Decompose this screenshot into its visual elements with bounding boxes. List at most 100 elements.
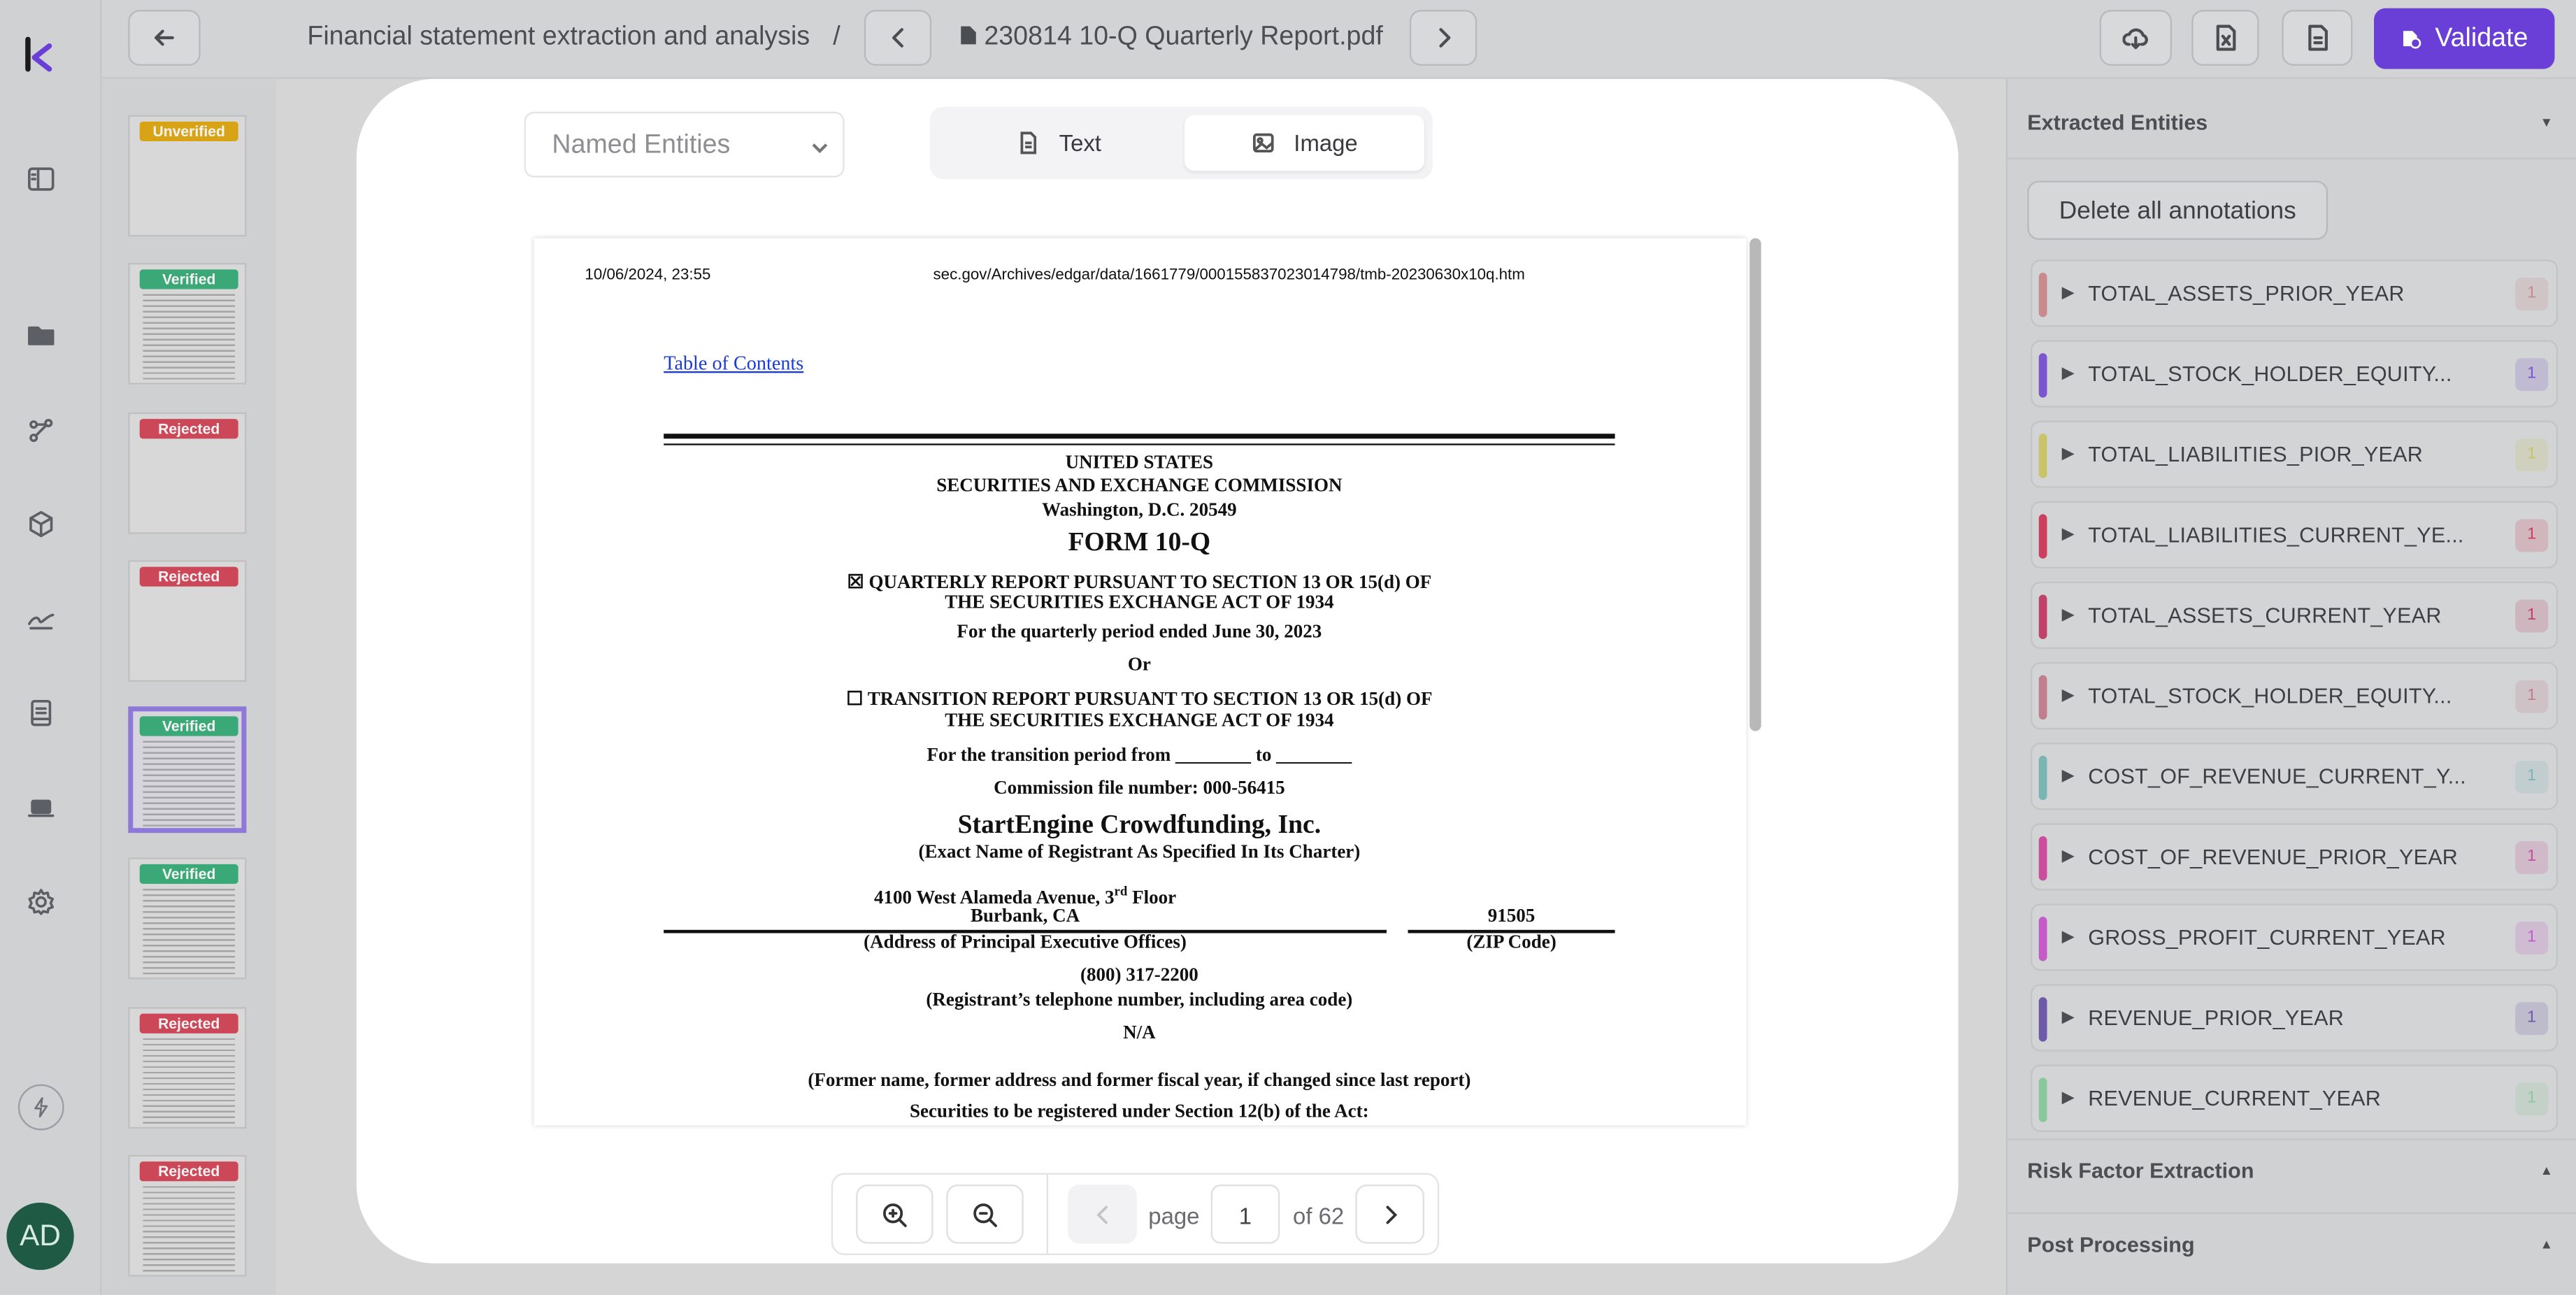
- zoom-in-button[interactable]: [856, 1184, 933, 1244]
- export-document-button[interactable]: [2282, 10, 2353, 66]
- thumbnail-page-8[interactable]: Rejected: [128, 1154, 247, 1277]
- caret-down-icon[interactable]: ▼: [2540, 115, 2554, 129]
- doc-phone: (800) 317-2200: [1080, 966, 1198, 986]
- previous-page-button[interactable]: [1068, 1184, 1137, 1244]
- download-button[interactable]: [2099, 10, 2173, 66]
- doc-section-12b: Securities to be registered under Sectio…: [910, 1102, 1369, 1122]
- zoom-out-button[interactable]: [946, 1184, 1024, 1244]
- next-page-button[interactable]: [1355, 1184, 1425, 1244]
- thumbnail-page-7[interactable]: Rejected: [128, 1007, 247, 1129]
- doc-commission-file: Commission file number: 000-56415: [994, 778, 1285, 799]
- view-mode-value: Named Entities: [552, 131, 731, 159]
- expand-caret-icon[interactable]: ▶: [2062, 847, 2075, 866]
- export-excel-button[interactable]: [2191, 10, 2259, 66]
- status-badge: Unverified: [139, 121, 238, 142]
- book-icon[interactable]: [24, 696, 57, 729]
- document-scrollbar[interactable]: [1749, 238, 1761, 731]
- thumbnail-page-3[interactable]: Rejected: [128, 412, 247, 534]
- entity-row[interactable]: ▶ REVENUE_CURRENT_YEAR 1: [2030, 1064, 2559, 1132]
- entity-count-badge: 1: [2515, 599, 2549, 633]
- doc-address-line-1: 4100 West Alameda Avenue, 3rd Floor: [664, 884, 1387, 908]
- thumbnail-page-4[interactable]: Rejected: [128, 560, 247, 682]
- signature-icon[interactable]: [24, 603, 57, 636]
- doc-country: UNITED STATES: [1065, 453, 1214, 473]
- caret-up-icon[interactable]: ▲: [2540, 1163, 2554, 1178]
- pager-divider: [1046, 1174, 1048, 1254]
- view-mode-select[interactable]: Named Entities: [524, 111, 845, 178]
- left-nav-rail: AD: [0, 0, 102, 1295]
- thumbnail-page-6[interactable]: Verified: [128, 857, 247, 980]
- folder-icon[interactable]: [24, 319, 57, 352]
- expand-caret-icon[interactable]: ▶: [2062, 284, 2075, 302]
- expand-caret-icon[interactable]: ▶: [2062, 526, 2075, 544]
- entity-row[interactable]: ▶ TOTAL_STOCK_HOLDER_EQUITY... 1: [2030, 340, 2559, 408]
- expand-caret-icon[interactable]: ▶: [2062, 928, 2075, 946]
- expand-caret-icon[interactable]: ▶: [2062, 767, 2075, 785]
- settings-gear-icon[interactable]: [24, 885, 57, 918]
- status-badge: Verified: [139, 269, 238, 289]
- models-cube-icon[interactable]: [24, 508, 57, 541]
- doc-former-name: (Former name, former address and former …: [808, 1071, 1471, 1092]
- validate-button[interactable]: Validate: [2374, 8, 2555, 69]
- section-post-processing[interactable]: Post Processing: [2027, 1232, 2194, 1257]
- table-of-contents-link[interactable]: Table of Contents: [664, 352, 803, 376]
- sidebar-toggle-icon[interactable]: [24, 163, 57, 196]
- entity-color-bar: [2038, 917, 2047, 961]
- entity-row[interactable]: ▶ GROSS_PROFIT_CURRENT_YEAR 1: [2030, 903, 2559, 971]
- next-document-button[interactable]: [1409, 10, 1477, 66]
- page-controls: page 1 of 62: [831, 1173, 1440, 1256]
- doc-address-1-sup: rd: [1114, 884, 1128, 899]
- caret-up-icon[interactable]: ▲: [2540, 1237, 2554, 1252]
- section-extracted-entities[interactable]: Extracted Entities: [2027, 110, 2208, 134]
- thumbnail-page-5[interactable]: Verified: [128, 706, 247, 833]
- entity-row[interactable]: ▶ TOTAL_ASSETS_PRIOR_YEAR 1: [2030, 259, 2559, 327]
- breadcrumb-project[interactable]: Financial statement extraction and analy…: [307, 23, 810, 52]
- expand-caret-icon[interactable]: ▶: [2062, 365, 2075, 383]
- thumbnail-preview: [143, 1186, 235, 1272]
- document-viewer-modal: Named Entities Text Image 10/06/2024, 23…: [356, 78, 1959, 1264]
- expand-caret-icon[interactable]: ▶: [2062, 606, 2075, 624]
- entity-name: TOTAL_STOCK_HOLDER_EQUITY...: [2088, 683, 2452, 708]
- document-title: 230814 10-Q Quarterly Report.pdf: [959, 23, 1383, 52]
- expand-caret-icon[interactable]: ▶: [2062, 687, 2075, 705]
- entity-name: TOTAL_STOCK_HOLDER_EQUITY...: [2088, 361, 2452, 387]
- entity-row[interactable]: ▶ REVENUE_PRIOR_YEAR 1: [2030, 984, 2559, 1052]
- status-badge: Verified: [139, 864, 238, 885]
- back-button[interactable]: [128, 10, 201, 66]
- thumbnail-page-2[interactable]: Verified: [128, 262, 247, 385]
- chevron-down-icon: [812, 143, 828, 154]
- thumbnail-page-1[interactable]: Unverified: [128, 115, 247, 237]
- expand-caret-icon[interactable]: ▶: [2062, 445, 2075, 464]
- entity-row[interactable]: ▶ TOTAL_STOCK_HOLDER_EQUITY... 1: [2030, 661, 2559, 730]
- entity-count-badge: 1: [2515, 680, 2549, 713]
- entity-row[interactable]: ▶ COST_OF_REVENUE_CURRENT_Y... 1: [2030, 742, 2559, 810]
- section-risk-factor-extraction[interactable]: Risk Factor Extraction: [2027, 1158, 2254, 1182]
- rule-address: [664, 929, 1387, 933]
- expand-caret-icon[interactable]: ▶: [2062, 1009, 2075, 1027]
- doc-city: Washington, D.C. 20549: [1042, 501, 1237, 521]
- app-logo-icon[interactable]: [23, 36, 56, 73]
- entity-row[interactable]: ▶ TOTAL_LIABILITIES_PIOR_YEAR 1: [2030, 420, 2559, 488]
- tab-image[interactable]: Image: [1184, 115, 1425, 171]
- entity-row[interactable]: ▶ TOTAL_ASSETS_CURRENT_YEAR 1: [2030, 581, 2559, 650]
- image-icon: [1252, 133, 1273, 153]
- delete-all-annotations-button[interactable]: Delete all annotations: [2027, 180, 2328, 241]
- expand-caret-icon[interactable]: ▶: [2062, 1089, 2075, 1108]
- entity-row[interactable]: ▶ COST_OF_REVENUE_PRIOR_YEAR 1: [2030, 823, 2559, 891]
- entity-row[interactable]: ▶ TOTAL_LIABILITIES_CURRENT_YE... 1: [2030, 501, 2559, 568]
- entity-color-bar: [2038, 675, 2047, 720]
- thumbnail-preview: [143, 740, 235, 827]
- entities-panel: Extracted Entities ▼ Delete all annotati…: [2005, 78, 2576, 1295]
- text-image-toggle: Text Image: [929, 106, 1433, 180]
- user-avatar[interactable]: AD: [6, 1202, 74, 1271]
- tab-text[interactable]: Text: [940, 115, 1178, 171]
- doc-phone-caption: (Registrant’s telephone number, includin…: [926, 990, 1353, 1010]
- entity-color-bar: [2038, 594, 2047, 639]
- lightning-icon[interactable]: [17, 1084, 64, 1131]
- previous-document-button[interactable]: [864, 10, 932, 66]
- page-number-input[interactable]: 1: [1210, 1184, 1280, 1244]
- laptop-icon[interactable]: [24, 792, 57, 824]
- workflow-icon[interactable]: [24, 414, 57, 447]
- doc-period: For the quarterly period ended June 30, …: [957, 622, 1322, 643]
- doc-form: FORM 10-Q: [1068, 529, 1211, 557]
